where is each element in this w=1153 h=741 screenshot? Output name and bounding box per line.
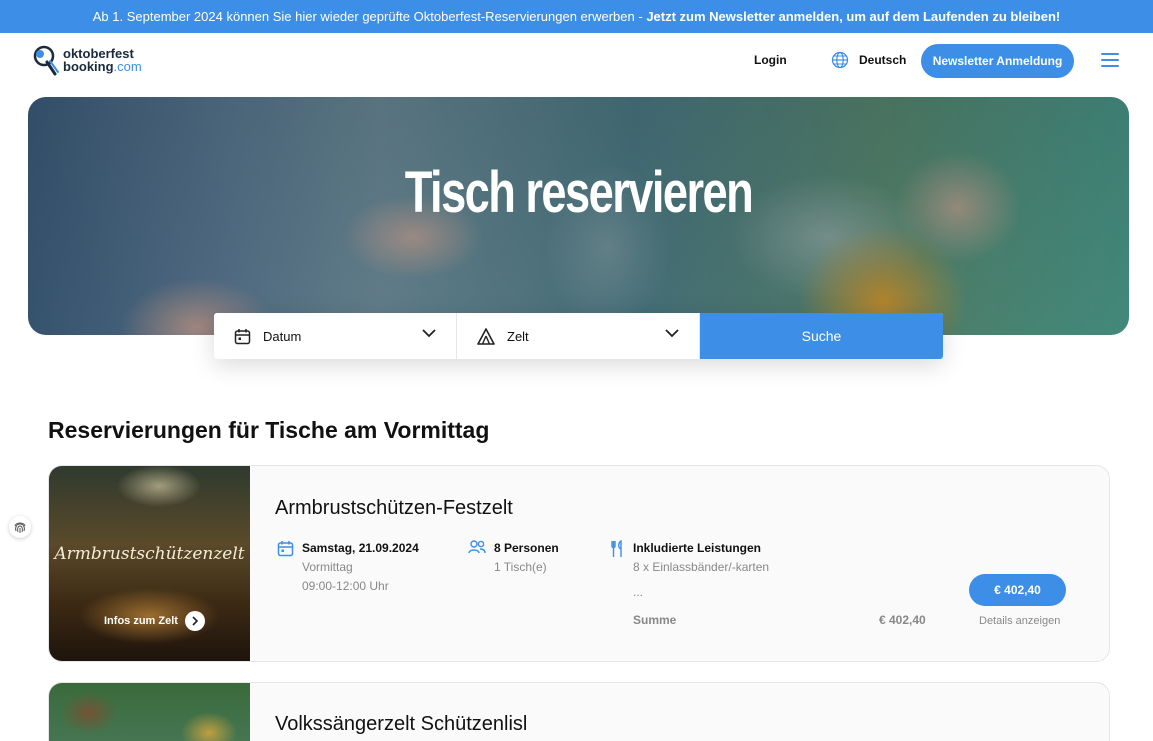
- tent-select[interactable]: Zelt: [457, 313, 700, 359]
- announcement-text: Ab 1. September 2024 können Sie hier wie…: [92, 9, 647, 24]
- reservation-time: 09:00-12:00 Uhr: [302, 579, 389, 593]
- persons-info: 8 Personen 1 Tisch(e): [468, 540, 559, 574]
- date-select-label: Datum: [263, 328, 302, 344]
- people-icon: [468, 540, 486, 554]
- fingerprint-icon[interactable]: [9, 516, 31, 538]
- included-more: ...: [633, 585, 644, 599]
- announcement-cta[interactable]: Jetzt zum Newsletter anmelden, um auf de…: [646, 9, 1060, 24]
- search-bar: Datum Zelt Suche: [214, 313, 943, 359]
- announcement-bar[interactable]: Ab 1. September 2024 können Sie hier wie…: [0, 0, 1153, 33]
- tables-count: 1 Tisch(e): [494, 560, 547, 574]
- logo-icon: [33, 44, 63, 76]
- logo-line2a: booking: [63, 59, 114, 74]
- included-info: Inkludierte Leistungen 8 x Einlassbänder…: [610, 540, 770, 599]
- details-link[interactable]: Details anzeigen: [979, 615, 1060, 627]
- menu-icon[interactable]: [1101, 53, 1119, 67]
- tent-image: Armbrustschützenzelt Infos zum Zelt: [49, 466, 250, 661]
- logo-line2: booking.com: [63, 60, 142, 73]
- persons-count: 8 Personen: [494, 541, 559, 555]
- calendar-icon: [234, 328, 251, 344]
- tent-name: Volkssängerzelt Schützenlisl: [275, 713, 528, 735]
- calendar-icon: [277, 541, 294, 557]
- sum-value: € 402,40: [879, 613, 926, 627]
- date-info: Samstag, 21.09.2024 Vormittag 09:00-12:0…: [277, 541, 419, 593]
- header: oktoberfest booking.com Login Deutsch Ne…: [0, 33, 1153, 91]
- hero-banner: Tisch reservieren: [28, 97, 1129, 335]
- cutlery-icon: [611, 540, 622, 557]
- reservation-date: Samstag, 21.09.2024: [302, 541, 419, 555]
- language-selector[interactable]: Deutsch: [831, 51, 906, 69]
- reservation-card: Armbrustschützenzelt Infos zum Zelt Armb…: [48, 465, 1110, 662]
- globe-icon: [831, 51, 849, 69]
- tent-info-link[interactable]: Infos zum Zelt: [104, 611, 205, 631]
- sum-label: Summe: [633, 613, 677, 627]
- login-link[interactable]: Login: [754, 53, 787, 67]
- tent-name: Armbrustschützen-Festzelt: [275, 497, 513, 519]
- price-button[interactable]: € 402,40: [969, 574, 1066, 606]
- newsletter-button[interactable]: Newsletter Anmeldung: [921, 44, 1074, 78]
- included-title: Inkludierte Leistungen: [633, 541, 762, 555]
- logo[interactable]: oktoberfest booking.com: [33, 44, 142, 76]
- chevron-down-icon: [422, 329, 436, 338]
- date-select[interactable]: Datum: [214, 313, 457, 359]
- chevron-down-icon: [665, 329, 679, 338]
- tent-image: [49, 683, 250, 741]
- tent-info-label: Infos zum Zelt: [104, 615, 178, 627]
- section-title: Reservierungen für Tische am Vormittag: [48, 417, 490, 443]
- logo-line2b: .com: [113, 59, 142, 74]
- tent-select-label: Zelt: [507, 328, 529, 344]
- language-label: Deutsch: [859, 53, 907, 67]
- reservation-card: Volkssängerzelt Schützenlisl: [48, 682, 1110, 741]
- tent-icon: [477, 327, 495, 345]
- reservation-period: Vormittag: [302, 560, 353, 574]
- included-item: 8 x Einlassbänder/-karten: [633, 560, 770, 574]
- search-button[interactable]: Suche: [700, 313, 943, 359]
- arrow-right-icon: [184, 611, 205, 631]
- tent-image-title: Armbrustschützenzelt: [54, 544, 245, 564]
- hero-title: Tisch reservieren: [404, 160, 754, 225]
- logo-text: oktoberfest booking.com: [63, 47, 142, 73]
